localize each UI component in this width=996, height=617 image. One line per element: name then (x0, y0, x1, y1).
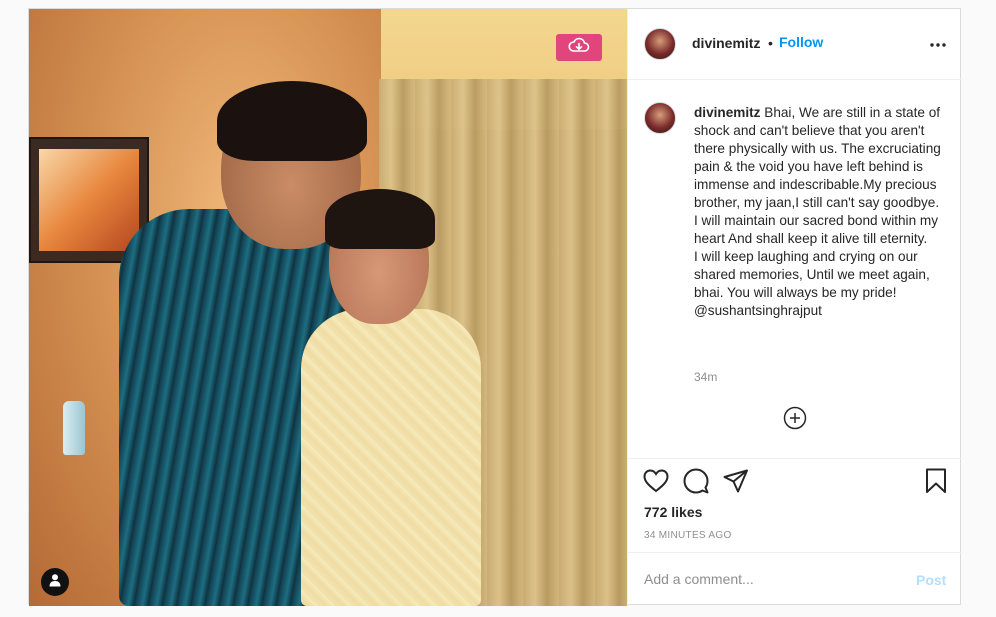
photo-bottle (63, 401, 85, 455)
bookmark-icon (925, 468, 947, 499)
avatar[interactable] (644, 28, 676, 60)
post-header: divinemitz • Follow (628, 9, 962, 80)
likes-count[interactable]: 772 likes (644, 504, 702, 520)
photo-man-hair (217, 81, 367, 161)
post-card: divinemitz • Follow divinemitz Bhai, We … (28, 8, 962, 606)
username-link[interactable]: divinemitz (692, 35, 760, 51)
caption-username[interactable]: divinemitz (694, 105, 760, 120)
tagged-users-button[interactable] (41, 568, 69, 596)
download-button[interactable] (556, 34, 602, 61)
add-circle-icon (783, 406, 807, 435)
save-button[interactable] (922, 468, 950, 499)
user-tag-icon (48, 573, 62, 592)
caption: divinemitz Bhai, We are still in a state… (694, 104, 944, 320)
heart-icon (643, 468, 669, 498)
caption-avatar[interactable] (644, 102, 676, 134)
like-button[interactable] (642, 468, 670, 498)
comment-icon (683, 468, 709, 499)
share-icon (723, 469, 749, 498)
comment-box: Post (628, 552, 962, 606)
post-comment-button[interactable]: Post (916, 572, 946, 588)
separator-dot: • (768, 35, 773, 51)
caption-text: Bhai, We are still in a state of shock a… (694, 105, 941, 318)
cloud-download-icon (568, 37, 590, 58)
comments-area: divinemitz Bhai, We are still in a state… (628, 80, 962, 458)
action-bar: 772 likes 34 MINUTES AGO (628, 458, 962, 552)
photo-woman-hair (325, 189, 435, 249)
load-more-comments-button[interactable] (783, 406, 807, 435)
post-photo[interactable] (29, 9, 627, 606)
more-options-icon (930, 34, 946, 52)
follow-button[interactable]: Follow (779, 34, 823, 50)
post-sidebar: divinemitz • Follow divinemitz Bhai, We … (627, 9, 962, 606)
caption-timestamp[interactable]: 34m (694, 370, 717, 384)
photo-person-woman (301, 309, 481, 606)
comment-input[interactable] (644, 567, 894, 591)
more-options-button[interactable] (928, 31, 948, 55)
comment-button[interactable] (682, 468, 710, 499)
post-timestamp[interactable]: 34 MINUTES AGO (644, 530, 732, 541)
share-button[interactable] (722, 469, 750, 497)
